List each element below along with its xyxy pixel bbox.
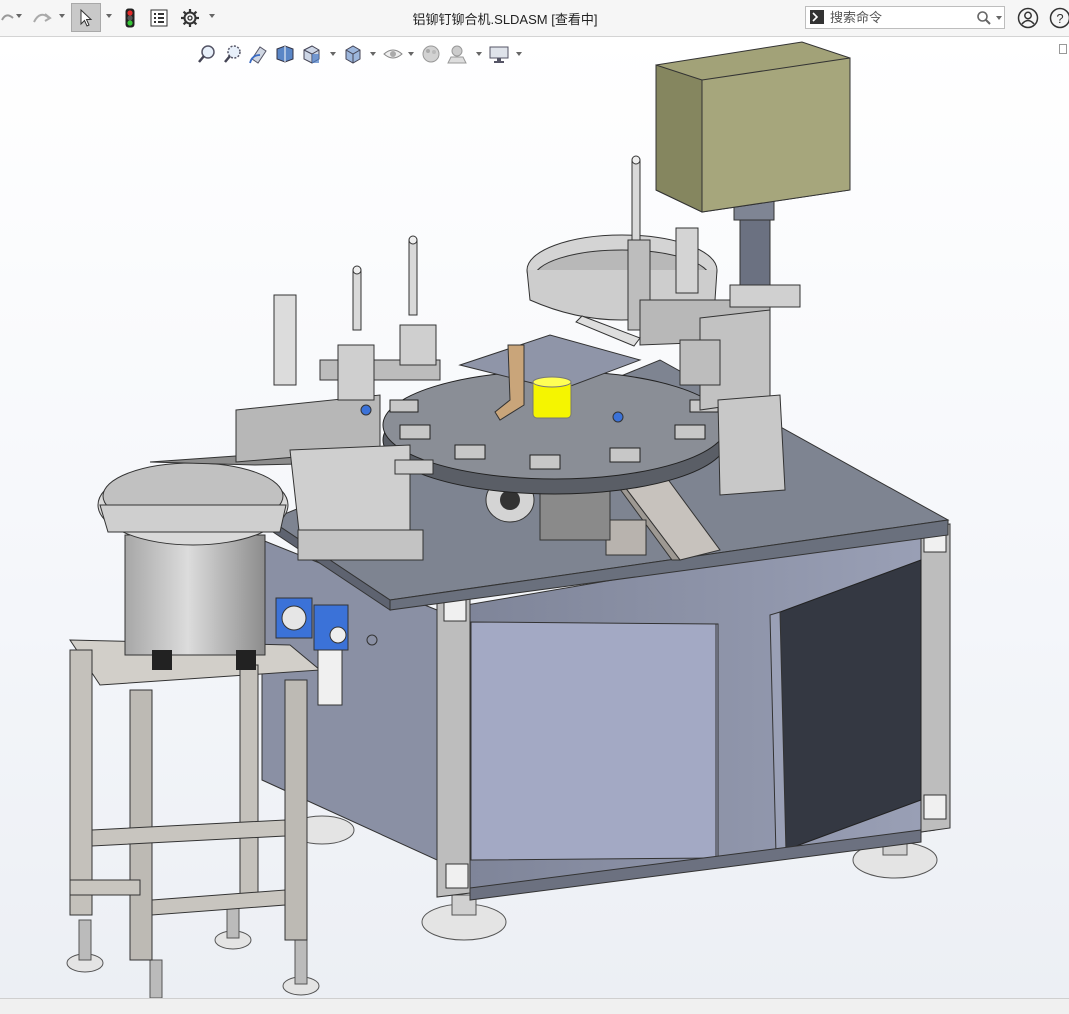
svg-text:?: ?: [1056, 11, 1063, 26]
assembly-model[interactable]: [0, 37, 1069, 998]
help-icon: ?: [1049, 7, 1069, 29]
options-dropdown-caret[interactable]: [209, 14, 215, 18]
select-arrow-icon: [79, 9, 93, 27]
undo-button[interactable]: [0, 4, 14, 32]
user-icon: [1017, 7, 1039, 29]
select-button[interactable]: [71, 3, 101, 32]
traffic-light-icon: [125, 8, 135, 28]
redo-button[interactable]: [30, 4, 54, 32]
rebuild-button[interactable]: [122, 4, 138, 32]
select-dropdown-caret[interactable]: [106, 14, 112, 18]
search-icon[interactable]: [976, 10, 992, 31]
undo-dropdown-caret[interactable]: [16, 14, 22, 18]
file-properties-button[interactable]: [148, 4, 170, 32]
search-command-box[interactable]: [805, 6, 1005, 29]
file-properties-icon: [150, 9, 168, 27]
redo-dropdown-caret[interactable]: [59, 14, 65, 18]
document-title: 铝铆钉铆合机.SLDASM [查看中]: [330, 9, 680, 28]
undo-icon: [0, 10, 14, 26]
gear-icon: [180, 8, 200, 28]
graphics-area[interactable]: [0, 37, 1069, 998]
help-button[interactable]: ?: [1049, 4, 1069, 32]
redo-icon: [31, 10, 53, 26]
options-button[interactable]: [178, 4, 202, 32]
search-input[interactable]: [830, 9, 970, 26]
user-account-button[interactable]: [1015, 4, 1041, 32]
status-strip: [0, 998, 1069, 1014]
command-prompt-icon: [810, 10, 824, 24]
title-bar: 铝铆钉铆合机.SLDASM [查看中] ?: [0, 0, 1069, 37]
search-dropdown-caret[interactable]: [996, 16, 1002, 20]
